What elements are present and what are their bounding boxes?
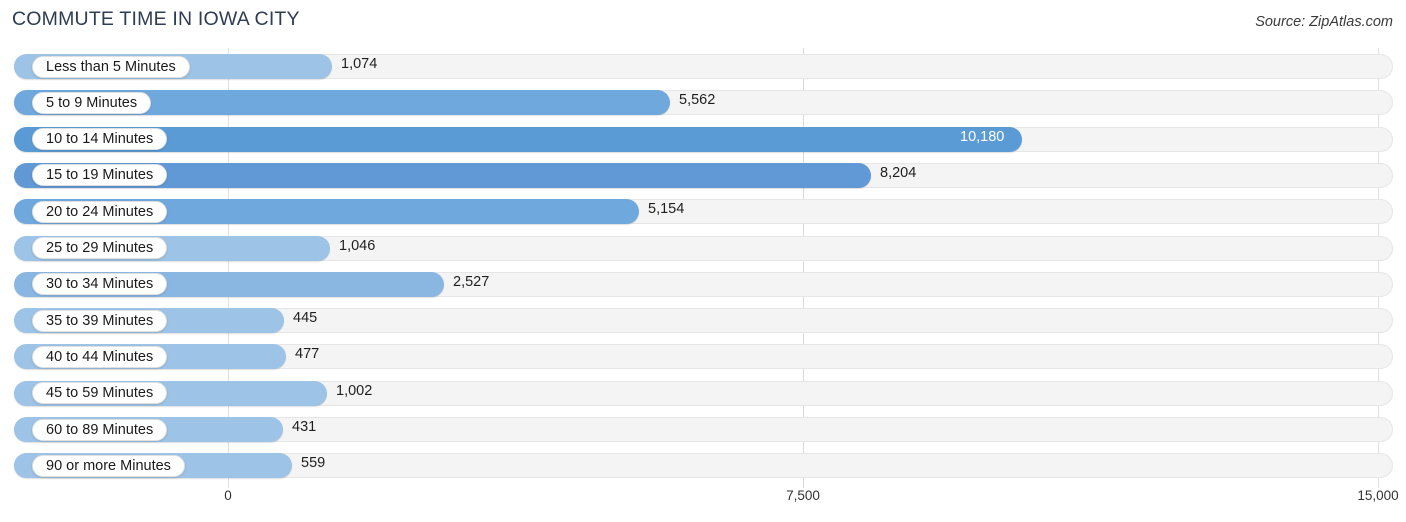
bar-category-label-text: 45 to 59 Minutes (46, 385, 154, 402)
bar-category-label-text: 20 to 24 Minutes (46, 203, 154, 220)
bar-category-label: 90 or more Minutes (32, 454, 185, 477)
plot-area: Less than 5 Minutes 1,074 5 to 9 Minutes 5,… (0, 48, 1406, 488)
x-axis: 0 7,500 15,000 (0, 488, 1406, 522)
x-axis-tick-label: 7,500 (786, 488, 820, 503)
bar-category-label: 35 to 39 Minutes (32, 309, 168, 332)
bar-category-label-text: 5 to 9 Minutes (46, 94, 138, 111)
bar-category-label: 5 to 9 Minutes (32, 91, 152, 114)
bar-category-label: 10 to 14 Minutes (32, 128, 168, 151)
bar-value-label: 8,204 (880, 164, 917, 181)
bar-category-label: 60 to 89 Minutes (32, 418, 168, 441)
x-axis-tick-label: 0 (224, 488, 232, 503)
bar-row[interactable]: 30 to 34 Minutes 2,527 (0, 269, 1406, 299)
bar-category-label-text: 40 to 44 Minutes (46, 348, 154, 365)
bar-value-label: 445 (293, 310, 318, 327)
bar-category-label-text: 25 to 29 Minutes (46, 240, 154, 256)
bar-row[interactable]: 20 to 24 Minutes 5,154 (0, 196, 1406, 226)
bar-category-label-text: 90 or more Minutes (46, 457, 171, 474)
bar-row[interactable]: 45 to 59 Minutes 1,002 (0, 378, 1406, 408)
bar-value-label: 431 (292, 419, 317, 435)
bar-category-label: 20 to 24 Minutes (32, 200, 168, 223)
bar-category-label: 45 to 59 Minutes (32, 382, 168, 405)
source-attribution: Source: ZipAtlas.com (1255, 14, 1393, 30)
bar-row[interactable]: 60 to 89 Minutes 431 (0, 414, 1406, 444)
bar-category-label-text: 10 to 14 Minutes (46, 131, 154, 148)
bar-category-label: 15 to 19 Minutes (32, 164, 168, 187)
bar-category-label: 30 to 34 Minutes (32, 273, 168, 296)
bar-category-label: 40 to 44 Minutes (32, 345, 168, 368)
bar-value-label: 2,527 (453, 273, 490, 290)
x-axis-tick-label: 15,000 (1357, 488, 1399, 503)
bar-category-label: Less than 5 Minutes (32, 55, 190, 78)
bar-value-label: 1,046 (339, 237, 376, 254)
bar-value-label-inside: 10,180 (960, 128, 1005, 145)
bar-row[interactable]: 90 or more Minutes 559 (0, 450, 1406, 480)
bar-value-label: 5,154 (648, 201, 685, 218)
bar-value-label: 1,074 (341, 56, 378, 72)
bar-value-label: 559 (301, 455, 326, 472)
chart-container: COMMUTE TIME IN IOWA CITY Source: ZipAtl… (0, 0, 1406, 522)
bar-category-label-text: 60 to 89 Minutes (46, 421, 154, 438)
bar-category-label: 25 to 29 Minutes (32, 237, 168, 259)
bar-row[interactable]: 10 to 14 Minutes 10,180 (0, 124, 1406, 154)
bar-category-label-text: 35 to 39 Minutes (46, 312, 154, 329)
bar-row[interactable]: Less than 5 Minutes 1,074 (0, 51, 1406, 81)
bar-row[interactable]: 15 to 19 Minutes 8,204 (0, 160, 1406, 190)
bar-row[interactable]: 25 to 29 Minutes 1,046 (0, 233, 1406, 263)
bar-value-label: 5,562 (679, 92, 716, 109)
bar-value-label: 477 (295, 346, 320, 363)
bar-row[interactable]: 40 to 44 Minutes 477 (0, 341, 1406, 371)
bar-value-label: 1,002 (336, 382, 373, 399)
bar-category-label-text: 15 to 19 Minutes (46, 167, 154, 184)
page-title: COMMUTE TIME IN IOWA CITY (12, 8, 300, 30)
bar-category-label-text: Less than 5 Minutes (46, 58, 176, 75)
bar-category-label-text: 30 to 34 Minutes (46, 276, 154, 293)
bar-row[interactable]: 35 to 39 Minutes 445 (0, 305, 1406, 335)
bar-row[interactable]: 5 to 9 Minutes 5,562 (0, 87, 1406, 117)
